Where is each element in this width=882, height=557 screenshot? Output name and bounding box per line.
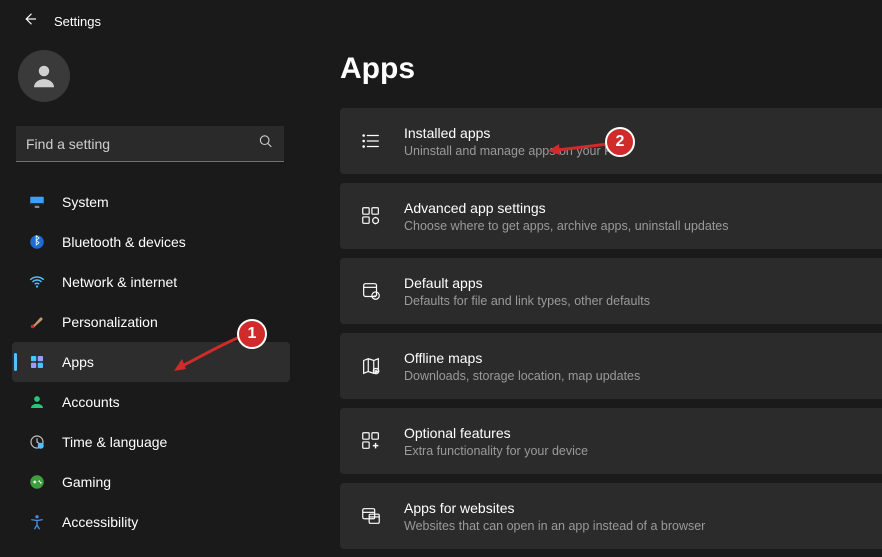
sidebar-item-label: Bluetooth & devices: [62, 234, 186, 250]
sidebar-item-accounts[interactable]: Accounts: [12, 382, 290, 422]
page-title: Apps: [340, 52, 882, 86]
map-icon: [358, 353, 384, 379]
sidebar-item-time-language[interactable]: Time & language: [12, 422, 290, 462]
sidebar-item-label: Gaming: [62, 474, 111, 490]
window-icon: [358, 503, 384, 529]
card-offline-maps[interactable]: Offline maps Downloads, storage location…: [340, 333, 882, 399]
card-title: Apps for websites: [404, 500, 705, 516]
sidebar-item-label: Apps: [62, 354, 94, 370]
grid-plus-icon: [358, 428, 384, 454]
card-subtitle: Extra functionality for your device: [404, 444, 588, 458]
search-input[interactable]: [16, 126, 284, 162]
monitor-icon: [26, 191, 48, 213]
sidebar-nav: System Bluetooth & devices Network & int…: [12, 182, 290, 542]
avatar[interactable]: [18, 50, 70, 102]
card-default-apps[interactable]: Default apps Defaults for file and link …: [340, 258, 882, 324]
sidebar-item-label: Accessibility: [62, 514, 138, 530]
card-subtitle: Websites that can open in an app instead…: [404, 519, 705, 533]
grid-gear-icon: [358, 203, 384, 229]
apps-icon: [26, 351, 48, 373]
accessibility-icon: [26, 511, 48, 533]
person-icon: [29, 61, 59, 91]
sidebar-item-gaming[interactable]: Gaming: [12, 462, 290, 502]
clock-icon: [26, 431, 48, 453]
search-icon: [258, 134, 274, 155]
titlebar: Settings: [0, 0, 882, 42]
search-box: [16, 126, 284, 162]
list-icon: [358, 128, 384, 154]
card-installed-apps[interactable]: Installed apps Uninstall and manage apps…: [340, 108, 882, 174]
sidebar-item-label: Personalization: [62, 314, 158, 330]
card-title: Advanced app settings: [404, 200, 729, 216]
gamepad-icon: [26, 471, 48, 493]
paintbrush-icon: [26, 311, 48, 333]
sidebar-item-label: Time & language: [62, 434, 167, 450]
card-subtitle: Defaults for file and link types, other …: [404, 294, 650, 308]
sidebar-item-system[interactable]: System: [12, 182, 290, 222]
bluetooth-icon: [26, 231, 48, 253]
card-title: Offline maps: [404, 350, 640, 366]
back-button[interactable]: [18, 10, 42, 33]
sidebar-item-bluetooth[interactable]: Bluetooth & devices: [12, 222, 290, 262]
wifi-icon: [26, 271, 48, 293]
sidebar-item-network[interactable]: Network & internet: [12, 262, 290, 302]
sidebar-item-label: Accounts: [62, 394, 120, 410]
card-optional-features[interactable]: Optional features Extra functionality fo…: [340, 408, 882, 474]
card-title: Installed apps: [404, 125, 622, 141]
user-icon: [26, 391, 48, 413]
sidebar-item-personalization[interactable]: Personalization: [12, 302, 290, 342]
app-check-icon: [358, 278, 384, 304]
card-subtitle: Choose where to get apps, archive apps, …: [404, 219, 729, 233]
sidebar-item-accessibility[interactable]: Accessibility: [12, 502, 290, 542]
card-subtitle: Downloads, storage location, map updates: [404, 369, 640, 383]
card-title: Optional features: [404, 425, 588, 441]
sidebar-item-apps[interactable]: Apps: [12, 342, 290, 382]
card-apps-for-websites[interactable]: Apps for websites Websites that can open…: [340, 483, 882, 549]
sidebar-item-label: Network & internet: [62, 274, 177, 290]
card-subtitle: Uninstall and manage apps on your PC: [404, 144, 622, 158]
window-title: Settings: [54, 14, 101, 29]
card-title: Default apps: [404, 275, 650, 291]
card-advanced-app-settings[interactable]: Advanced app settings Choose where to ge…: [340, 183, 882, 249]
sidebar-item-label: System: [62, 194, 109, 210]
cards-list: Installed apps Uninstall and manage apps…: [340, 108, 882, 554]
